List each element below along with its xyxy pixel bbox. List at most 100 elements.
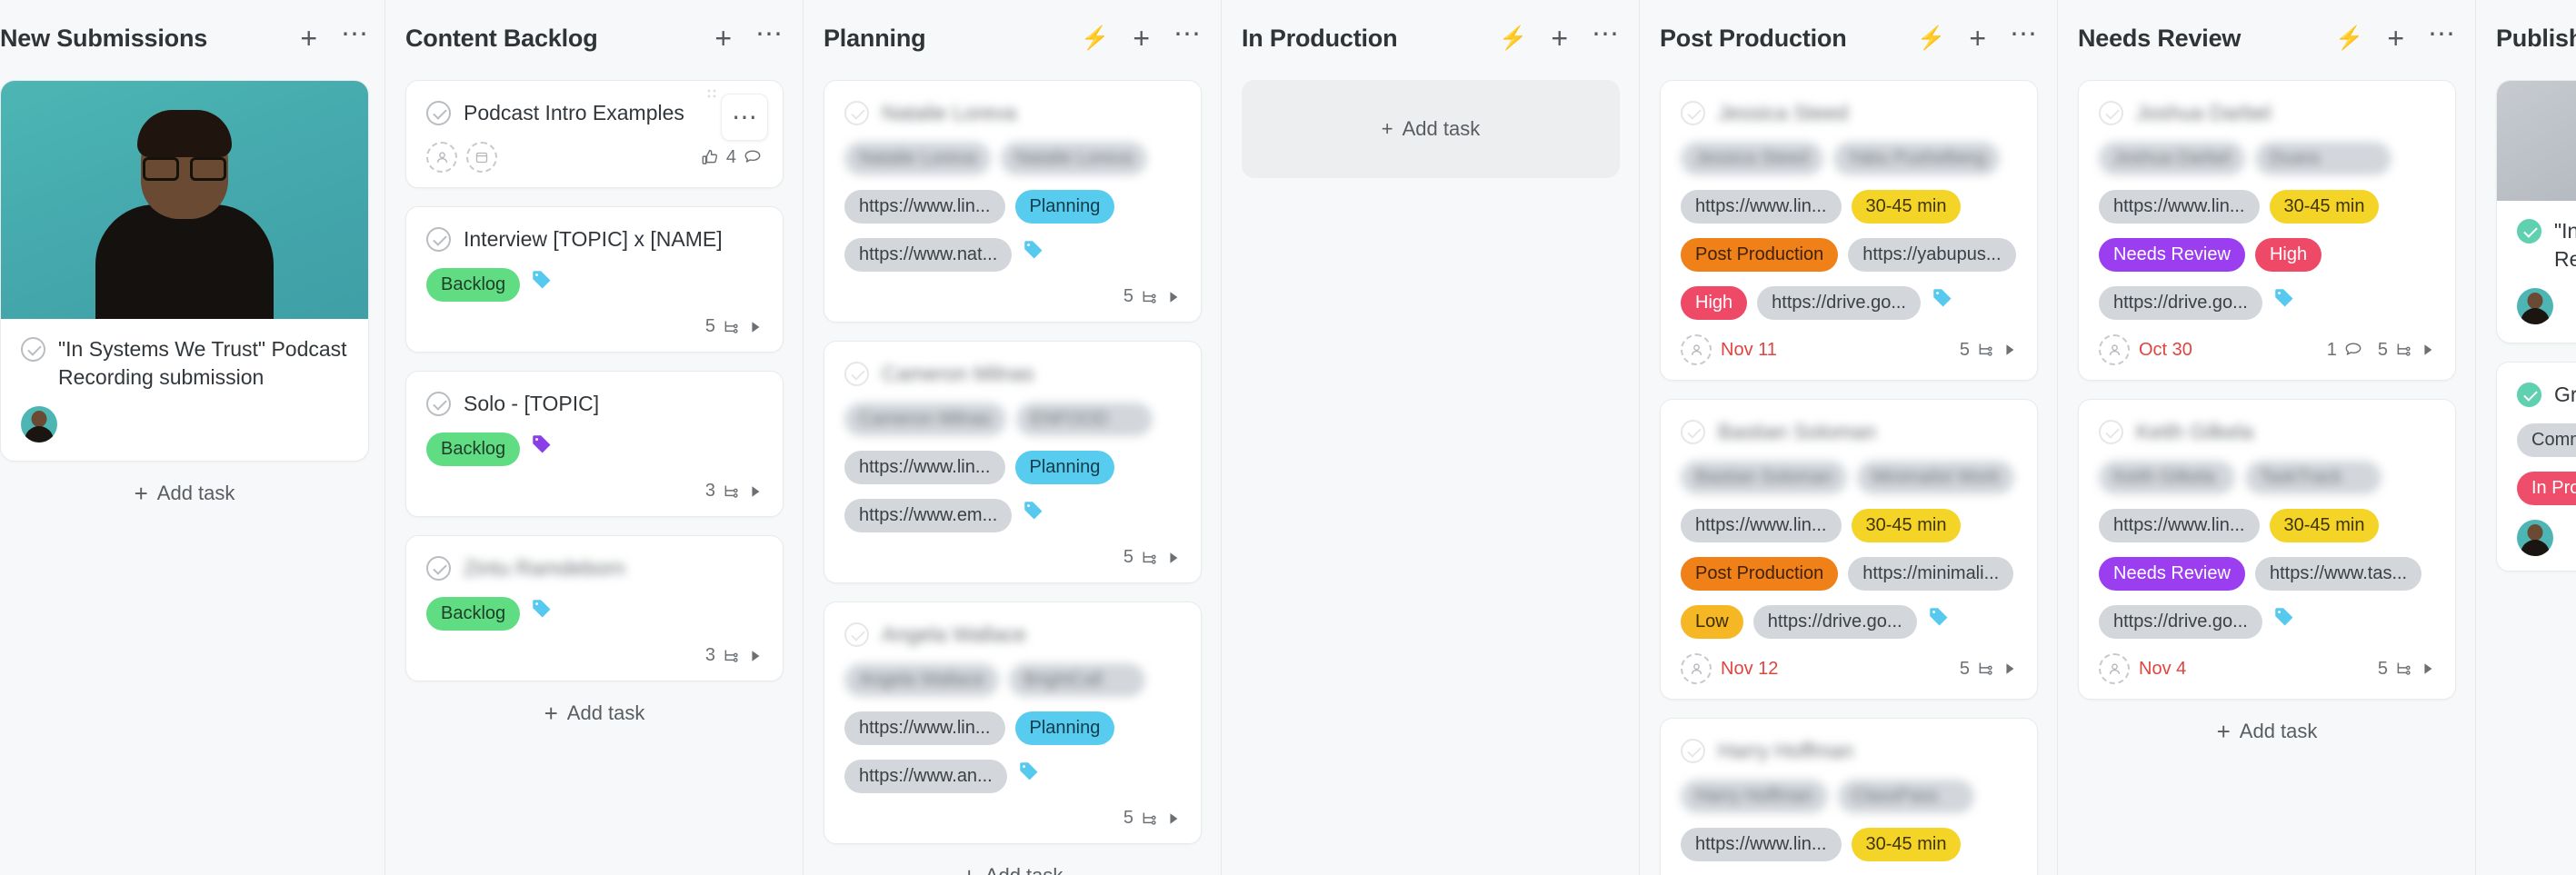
subtask-group[interactable]: 5 bbox=[705, 316, 763, 337]
status-badge[interactable]: In Prod bbox=[2517, 472, 2576, 506]
assignee-placeholder-icon[interactable] bbox=[2099, 653, 2130, 685]
person-badge[interactable]: Joshua Darbel bbox=[2099, 142, 2245, 176]
person-badge[interactable]: Bastian Soloman bbox=[1681, 461, 1848, 495]
complete-checkbox[interactable] bbox=[21, 337, 45, 362]
status-badge[interactable]: Needs Review bbox=[2099, 238, 2245, 273]
assignee-placeholder-icon[interactable] bbox=[426, 142, 457, 174]
automation-bolt-icon[interactable]: ⚡ bbox=[1917, 26, 1945, 50]
complete-checkbox[interactable] bbox=[426, 392, 451, 417]
column-menu-icon[interactable]: ⋯ bbox=[2428, 20, 2456, 50]
duration-badge[interactable]: 30-45 min bbox=[1851, 828, 1962, 862]
automation-bolt-icon[interactable]: ⚡ bbox=[1081, 26, 1109, 50]
priority-badge[interactable]: Low bbox=[1681, 605, 1743, 640]
company-badge[interactable]: Minimalist Work bbox=[1857, 461, 2014, 495]
subtask-group[interactable]: 5 bbox=[2378, 659, 2435, 680]
company-badge[interactable]: ENFOOD bbox=[1015, 403, 1153, 437]
card[interactable]: Cameron Milnas Cameron Milnas ENFOOD htt… bbox=[824, 341, 1202, 584]
add-card-icon[interactable]: + bbox=[300, 24, 317, 53]
subtask-group[interactable]: 5 bbox=[1960, 340, 2017, 361]
person-badge[interactable]: Harry Hoffman bbox=[1681, 780, 1828, 814]
url-badge[interactable]: https://www.lin... bbox=[844, 190, 1005, 224]
tag-icon[interactable] bbox=[1022, 238, 1045, 262]
empty-column-add-task[interactable]: + Add task bbox=[1242, 80, 1620, 178]
complete-checkbox[interactable] bbox=[1681, 101, 1705, 125]
tag-icon[interactable] bbox=[1022, 499, 1045, 522]
category-badge[interactable]: Commu... bbox=[2517, 423, 2576, 458]
assignee-placeholder-icon[interactable] bbox=[2099, 334, 2130, 366]
status-badge[interactable]: Needs Review bbox=[2099, 557, 2245, 592]
person-badge[interactable]: Cameron Milnas bbox=[844, 403, 1006, 437]
person-badge[interactable]: Angela Wallace bbox=[844, 663, 1000, 698]
url-badge[interactable]: https://www.lin... bbox=[1681, 190, 1842, 224]
due-date[interactable]: Nov 11 bbox=[1721, 340, 1777, 361]
tag-icon[interactable] bbox=[2272, 605, 2296, 629]
subtask-group[interactable]: 5 bbox=[1123, 547, 1181, 568]
status-badge[interactable]: Post Production bbox=[1681, 557, 1839, 592]
url-badge[interactable]: https://minimali... bbox=[1848, 557, 2014, 592]
status-badge[interactable]: Post Production bbox=[1681, 238, 1839, 273]
complete-checkbox[interactable] bbox=[844, 622, 869, 648]
like-group[interactable]: 4 bbox=[700, 147, 763, 168]
url-badge[interactable]: https://drive.go... bbox=[2099, 286, 2262, 321]
add-card-icon[interactable]: + bbox=[1969, 24, 1986, 53]
tag-icon[interactable] bbox=[1927, 605, 1951, 629]
priority-badge[interactable]: High bbox=[1681, 286, 1748, 321]
tag-icon[interactable] bbox=[1017, 760, 1041, 783]
add-card-icon[interactable]: + bbox=[1133, 24, 1150, 53]
column-menu-icon[interactable]: ⋯ bbox=[2010, 20, 2038, 50]
tag-icon[interactable] bbox=[2272, 286, 2296, 310]
complete-checkbox[interactable] bbox=[1681, 739, 1705, 764]
company-badge[interactable]: ClassPass bbox=[1837, 780, 1974, 814]
add-card-icon[interactable]: + bbox=[1551, 24, 1568, 53]
card[interactable]: Jessica Steed Jessica Steed Yabu Pushelb… bbox=[1660, 80, 2038, 382]
complete-checkbox[interactable] bbox=[2517, 383, 2541, 408]
complete-checkbox[interactable] bbox=[2099, 101, 2123, 125]
priority-badge[interactable]: High bbox=[2254, 238, 2322, 273]
url-badge[interactable]: https://www.lin... bbox=[2099, 190, 2260, 224]
url-badge[interactable]: https://www.lin... bbox=[844, 451, 1005, 485]
person-badge[interactable]: Jessica Steed bbox=[1681, 142, 1823, 176]
url-badge[interactable]: https://www.lin... bbox=[2099, 509, 2260, 543]
status-badge[interactable]: Backlog bbox=[426, 268, 521, 303]
tag-icon[interactable] bbox=[1931, 286, 1954, 310]
person-badge[interactable]: Keith Gilkela bbox=[2099, 461, 2235, 495]
card[interactable]: "In Systems We Trust" Podcast Recording … bbox=[2496, 80, 2576, 344]
assignee-placeholder-icon[interactable] bbox=[1681, 653, 1712, 685]
due-date[interactable]: Nov 12 bbox=[1721, 659, 1778, 680]
card[interactable]: Group Technology Commu... In Prod bbox=[2496, 362, 2576, 572]
card[interactable]: ⋯ Podcast Intro Examples 4 bbox=[405, 80, 784, 189]
url-badge[interactable]: https://www.lin... bbox=[1681, 828, 1842, 862]
comment-group[interactable]: 1 bbox=[2327, 340, 2363, 361]
card[interactable]: Natalie Loreva Natalie Loreva Natalie Lo… bbox=[824, 80, 1202, 323]
due-date[interactable]: Oct 30 bbox=[2139, 340, 2192, 361]
subtask-group[interactable]: 3 bbox=[705, 481, 763, 502]
card[interactable]: Keith Gilkela Keith Gilkela TaskTrack ht… bbox=[2078, 399, 2456, 701]
url-badge[interactable]: https://yabupus... bbox=[1848, 238, 2016, 273]
url-badge[interactable]: https://www.lin... bbox=[1681, 509, 1842, 543]
subtask-group[interactable]: 5 bbox=[1123, 808, 1181, 829]
column-menu-icon[interactable]: ⋯ bbox=[755, 20, 784, 50]
subtask-group[interactable]: 5 bbox=[1123, 286, 1181, 307]
company-badge[interactable]: Yabu Pushelberg bbox=[1832, 142, 2001, 176]
column-menu-icon[interactable]: ⋯ bbox=[341, 20, 369, 50]
duration-badge[interactable]: 30-45 min bbox=[1851, 190, 1962, 224]
due-date-placeholder-icon[interactable] bbox=[466, 142, 497, 174]
status-badge[interactable]: Planning bbox=[1014, 190, 1115, 224]
url-badge[interactable]: https://www.tas... bbox=[2254, 557, 2422, 592]
duration-badge[interactable]: 30-45 min bbox=[1851, 509, 1962, 543]
add-card-icon[interactable]: + bbox=[2387, 24, 2404, 53]
card-menu-button[interactable]: ⋯ bbox=[721, 94, 768, 141]
add-task-button[interactable]: + Add task bbox=[2078, 700, 2456, 763]
company-badge[interactable]: Natalie Loreva bbox=[1000, 142, 1147, 176]
complete-checkbox[interactable] bbox=[844, 101, 869, 125]
url-badge[interactable]: https://drive.go... bbox=[1757, 286, 1921, 321]
add-task-button[interactable]: + Add task bbox=[405, 681, 784, 745]
complete-checkbox[interactable] bbox=[426, 227, 451, 253]
automation-bolt-icon[interactable]: ⚡ bbox=[2335, 26, 2363, 50]
complete-checkbox[interactable] bbox=[844, 362, 869, 387]
company-badge[interactable]: TaskTrack bbox=[2245, 461, 2381, 495]
complete-checkbox[interactable] bbox=[2099, 420, 2123, 445]
duration-badge[interactable]: 30-45 min bbox=[2269, 509, 2380, 543]
company-badge[interactable]: Duara bbox=[2254, 142, 2391, 176]
duration-badge[interactable]: 30-45 min bbox=[2269, 190, 2380, 224]
